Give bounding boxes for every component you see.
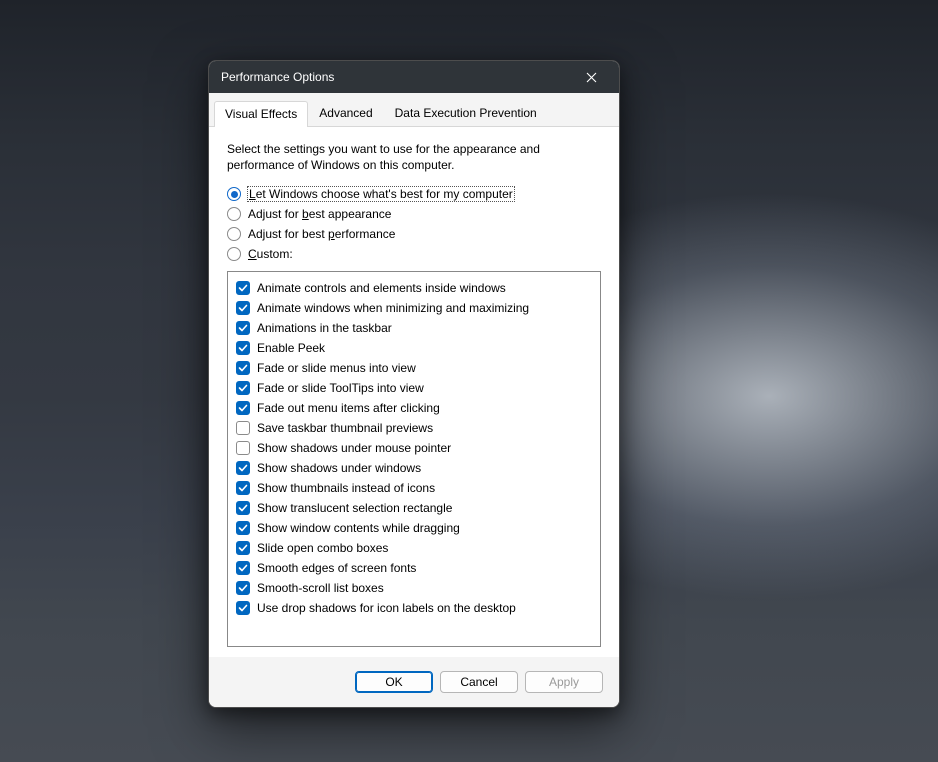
effect-label: Fade out menu items after clicking [257,399,440,417]
effect-label: Show thumbnails instead of icons [257,479,435,497]
dialog-title: Performance Options [221,70,569,84]
checkbox[interactable] [236,541,250,555]
performance-options-dialog: Performance Options Visual EffectsAdvanc… [208,60,620,708]
checkbox[interactable] [236,341,250,355]
desktop-wallpaper: Performance Options Visual EffectsAdvanc… [0,0,938,762]
effect-row[interactable]: Smooth edges of screen fonts [236,558,592,578]
effect-row[interactable]: Show shadows under mouse pointer [236,438,592,458]
checkbox[interactable] [236,501,250,515]
radio-indicator[interactable] [227,187,241,201]
effect-row[interactable]: Show window contents while dragging [236,518,592,538]
effect-row[interactable]: Show shadows under windows [236,458,592,478]
radio-option[interactable]: Adjust for best performance [227,227,601,241]
checkbox[interactable] [236,521,250,535]
effect-label: Animate windows when minimizing and maxi… [257,299,529,317]
effect-label: Show window contents while dragging [257,519,460,537]
effect-label: Smooth edges of screen fonts [257,559,416,577]
effect-label: Fade or slide menus into view [257,359,416,377]
checkbox[interactable] [236,301,250,315]
effect-label: Smooth-scroll list boxes [257,579,384,597]
effect-label: Show translucent selection rectangle [257,499,452,517]
checkbox[interactable] [236,581,250,595]
ok-button[interactable]: OK [355,671,433,693]
effect-row[interactable]: Smooth-scroll list boxes [236,578,592,598]
cancel-label: Cancel [460,675,497,689]
effect-row[interactable]: Slide open combo boxes [236,538,592,558]
radio-option[interactable]: Let Windows choose what's best for my co… [227,187,601,201]
effect-row[interactable]: Animations in the taskbar [236,318,592,338]
effect-row[interactable]: Enable Peek [236,338,592,358]
effect-row[interactable]: Show translucent selection rectangle [236,498,592,518]
dialog-buttons: OK Cancel Apply [209,657,619,707]
effect-label: Show shadows under mouse pointer [257,439,451,457]
checkbox[interactable] [236,481,250,495]
effect-label: Save taskbar thumbnail previews [257,419,433,437]
apply-button: Apply [525,671,603,693]
radio-option[interactable]: Custom: [227,247,601,261]
preset-radio-group: Let Windows choose what's best for my co… [227,187,601,261]
effect-row[interactable]: Fade out menu items after clicking [236,398,592,418]
checkbox[interactable] [236,381,250,395]
radio-label: Let Windows choose what's best for my co… [248,187,514,201]
effect-label: Animations in the taskbar [257,319,392,337]
checkbox[interactable] [236,281,250,295]
close-icon [586,72,597,83]
effects-listbox[interactable]: Animate controls and elements inside win… [227,271,601,647]
checkbox[interactable] [236,361,250,375]
checkbox[interactable] [236,561,250,575]
cancel-button[interactable]: Cancel [440,671,518,693]
radio-option[interactable]: Adjust for best appearance [227,207,601,221]
checkbox[interactable] [236,421,250,435]
effect-label: Use drop shadows for icon labels on the … [257,599,516,617]
checkbox[interactable] [236,601,250,615]
effect-label: Slide open combo boxes [257,539,388,557]
effect-label: Show shadows under windows [257,459,421,477]
apply-label: Apply [549,675,579,689]
checkbox[interactable] [236,441,250,455]
tab-advanced[interactable]: Advanced [308,100,383,126]
pane-description: Select the settings you want to use for … [227,141,601,173]
radio-indicator[interactable] [227,247,241,261]
tabs-strip: Visual EffectsAdvancedData Execution Pre… [209,93,619,127]
ok-label: OK [385,675,402,689]
tab-visual-effects[interactable]: Visual Effects [214,101,308,127]
effect-row[interactable]: Animate controls and elements inside win… [236,278,592,298]
checkbox[interactable] [236,461,250,475]
effect-row[interactable]: Use drop shadows for icon labels on the … [236,598,592,618]
radio-label: Adjust for best appearance [248,207,391,221]
visual-effects-pane: Select the settings you want to use for … [209,127,619,657]
effect-label: Fade or slide ToolTips into view [257,379,424,397]
effect-row[interactable]: Fade or slide menus into view [236,358,592,378]
effect-row[interactable]: Show thumbnails instead of icons [236,478,592,498]
radio-label: Custom: [248,247,293,261]
close-button[interactable] [569,63,613,91]
effect-label: Animate controls and elements inside win… [257,279,506,297]
radio-label: Adjust for best performance [248,227,395,241]
effect-row[interactable]: Fade or slide ToolTips into view [236,378,592,398]
checkbox[interactable] [236,321,250,335]
effect-row[interactable]: Animate windows when minimizing and maxi… [236,298,592,318]
effect-row[interactable]: Save taskbar thumbnail previews [236,418,592,438]
titlebar[interactable]: Performance Options [209,61,619,93]
radio-indicator[interactable] [227,207,241,221]
checkbox[interactable] [236,401,250,415]
effect-label: Enable Peek [257,339,325,357]
radio-indicator[interactable] [227,227,241,241]
tab-data-execution-prevention[interactable]: Data Execution Prevention [384,100,548,126]
